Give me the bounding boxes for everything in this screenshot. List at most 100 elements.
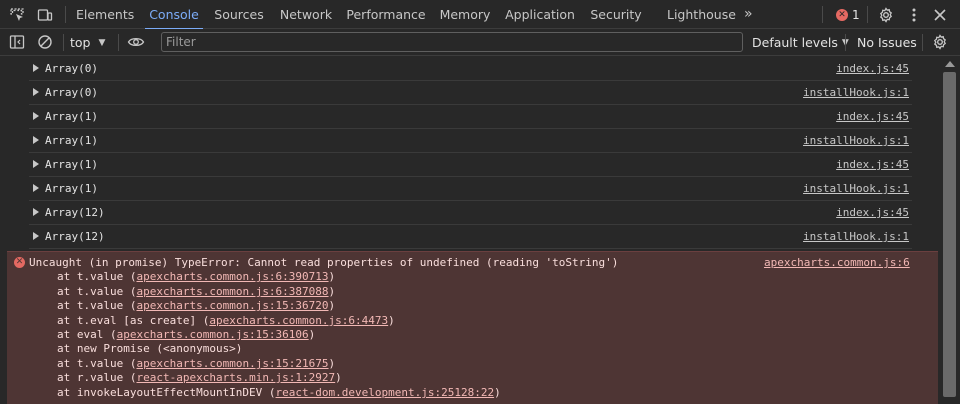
message-text: Array(12)	[45, 230, 105, 243]
devtools-tab-bar: Elements Console Sources Network Perform…	[0, 0, 960, 30]
device-toolbar-icon[interactable]	[35, 5, 55, 25]
divider	[867, 6, 868, 23]
frame-text: at invokeLayoutEffectMountInDEV (	[57, 386, 276, 399]
tab-performance[interactable]: Performance	[346, 0, 426, 29]
sidebar-toggle-icon[interactable]	[7, 32, 27, 52]
error-source-link[interactable]: apexcharts.common.js:6	[764, 256, 910, 269]
expand-triangle-icon[interactable]	[33, 160, 39, 168]
tab-memory[interactable]: Memory	[437, 0, 493, 29]
console-message[interactable]: Array(12) installHook.js:1	[29, 225, 912, 249]
divider	[822, 6, 823, 23]
console-message[interactable]: Array(1) installHook.js:1	[29, 177, 912, 201]
log-levels-dropdown[interactable]: Default levels ▼	[752, 33, 849, 52]
frame-link[interactable]: apexcharts.common.js:6:4473	[209, 314, 388, 327]
tab-application[interactable]: Application	[505, 0, 575, 29]
expand-triangle-icon[interactable]	[33, 208, 39, 216]
eye-icon[interactable]	[126, 32, 146, 52]
source-link[interactable]: index.js:45	[836, 158, 909, 171]
expand-triangle-icon[interactable]	[33, 184, 39, 192]
frame-text: at eval (	[57, 328, 117, 341]
more-tabs-button[interactable]: »	[744, 0, 753, 29]
message-text: Array(1)	[45, 134, 98, 147]
frame-text: at t.value (	[57, 285, 137, 298]
frame-link[interactable]: react-dom.development.js:25128:22	[276, 386, 495, 399]
console-output: Array(0) index.js:45 Array(0) installHoo…	[0, 57, 940, 404]
console-toolbar: top ▼ Default levels ▼ No Issues	[0, 29, 960, 56]
frame-text: )	[328, 357, 336, 370]
close-icon[interactable]	[930, 5, 950, 25]
frame-text: )	[328, 285, 336, 298]
error-text: Uncaught (in promise) TypeError: Cannot …	[29, 256, 619, 269]
source-link[interactable]: index.js:45	[836, 206, 909, 219]
source-link[interactable]: index.js:45	[836, 110, 909, 123]
error-count: 1	[852, 8, 860, 22]
expand-triangle-icon[interactable]	[33, 64, 39, 72]
issues-button[interactable]: No Issues	[857, 33, 917, 52]
inspect-element-icon[interactable]	[7, 5, 27, 25]
message-text: Array(1)	[45, 182, 98, 195]
error-count-badge[interactable]: ✕ 1	[836, 7, 860, 23]
error-message: ✕ Uncaught (in promise) TypeError: Canno…	[7, 251, 938, 404]
console-message[interactable]: Array(1) index.js:45	[29, 105, 912, 129]
source-link[interactable]: installHook.js:1	[803, 86, 909, 99]
tab-network[interactable]: Network	[278, 0, 334, 29]
source-link[interactable]: installHook.js:1	[803, 182, 909, 195]
gear-icon[interactable]	[876, 5, 896, 25]
console-settings-gear-icon[interactable]	[930, 32, 950, 52]
frame-link[interactable]: apexcharts.common.js:15:21675	[136, 357, 328, 370]
expand-triangle-icon[interactable]	[33, 136, 39, 144]
frame-link[interactable]: apexcharts.common.js:6:390713	[136, 270, 328, 283]
console-scrollbar[interactable]	[940, 57, 960, 404]
frame-text: )	[388, 314, 395, 327]
expand-triangle-icon[interactable]	[33, 232, 39, 240]
clear-console-icon[interactable]	[35, 32, 55, 52]
kebab-menu-icon[interactable]	[904, 5, 924, 25]
frame-text: at t.value (	[57, 299, 137, 312]
message-text: Array(12)	[45, 206, 105, 219]
context-label: top	[70, 35, 91, 50]
expand-triangle-icon[interactable]	[33, 112, 39, 120]
console-message[interactable]: Array(0) installHook.js:1	[29, 81, 912, 105]
source-link[interactable]: index.js:45	[836, 62, 909, 75]
error-icon: ✕	[836, 9, 848, 21]
divider	[118, 34, 119, 51]
frame-text: at r.value (	[57, 371, 137, 384]
stack-frame: at new Promise (<anonymous>)	[57, 342, 242, 355]
filter-input[interactable]	[161, 32, 743, 52]
tab-console[interactable]: Console	[145, 0, 203, 30]
source-link[interactable]: installHook.js:1	[803, 230, 909, 243]
divider	[922, 34, 923, 51]
console-message[interactable]: Array(12) index.js:45	[29, 201, 912, 225]
console-message[interactable]: Array(0) index.js:45	[29, 57, 912, 81]
error-icon: ✕	[14, 257, 25, 268]
tab-elements[interactable]: Elements	[76, 0, 134, 29]
tab-security[interactable]: Security	[588, 0, 644, 29]
frame-text: at t.eval [as create] (	[57, 314, 210, 327]
frame-link[interactable]: react-apexcharts.min.js:1:2927	[136, 371, 335, 384]
scrollbar-thumb[interactable]	[943, 72, 956, 397]
stack-frame: at t.eval [as create] (apexcharts.common…	[57, 314, 395, 327]
console-message[interactable]: Array(1) index.js:45	[29, 153, 912, 177]
message-text: Array(1)	[45, 110, 98, 123]
message-text: Array(0)	[45, 86, 98, 99]
stack-frame: at t.value (apexcharts.common.js:15:2167…	[57, 357, 335, 370]
divider	[845, 34, 846, 51]
scroll-up-arrow-icon[interactable]	[945, 61, 955, 67]
message-text: Array(0)	[45, 62, 98, 75]
console-message[interactable]: Array(1) installHook.js:1	[29, 129, 912, 153]
expand-triangle-icon[interactable]	[33, 88, 39, 96]
frame-link[interactable]: apexcharts.common.js:6:387088	[136, 285, 328, 298]
divider	[65, 6, 66, 23]
tab-sources[interactable]: Sources	[213, 0, 265, 29]
tab-lighthouse[interactable]: Lighthouse	[667, 0, 736, 29]
frame-text: )	[328, 299, 336, 312]
frame-link[interactable]: apexcharts.common.js:15:36106	[117, 328, 309, 341]
frame-link[interactable]: apexcharts.common.js:15:36720	[136, 299, 328, 312]
chevron-down-icon: ▼	[98, 37, 106, 48]
frame-text: )	[328, 270, 336, 283]
frame-text: )	[308, 328, 316, 341]
frame-text: )	[335, 371, 342, 384]
source-link[interactable]: installHook.js:1	[803, 134, 909, 147]
context-selector[interactable]: top ▼	[70, 33, 105, 52]
log-levels-label: Default levels	[752, 35, 838, 50]
